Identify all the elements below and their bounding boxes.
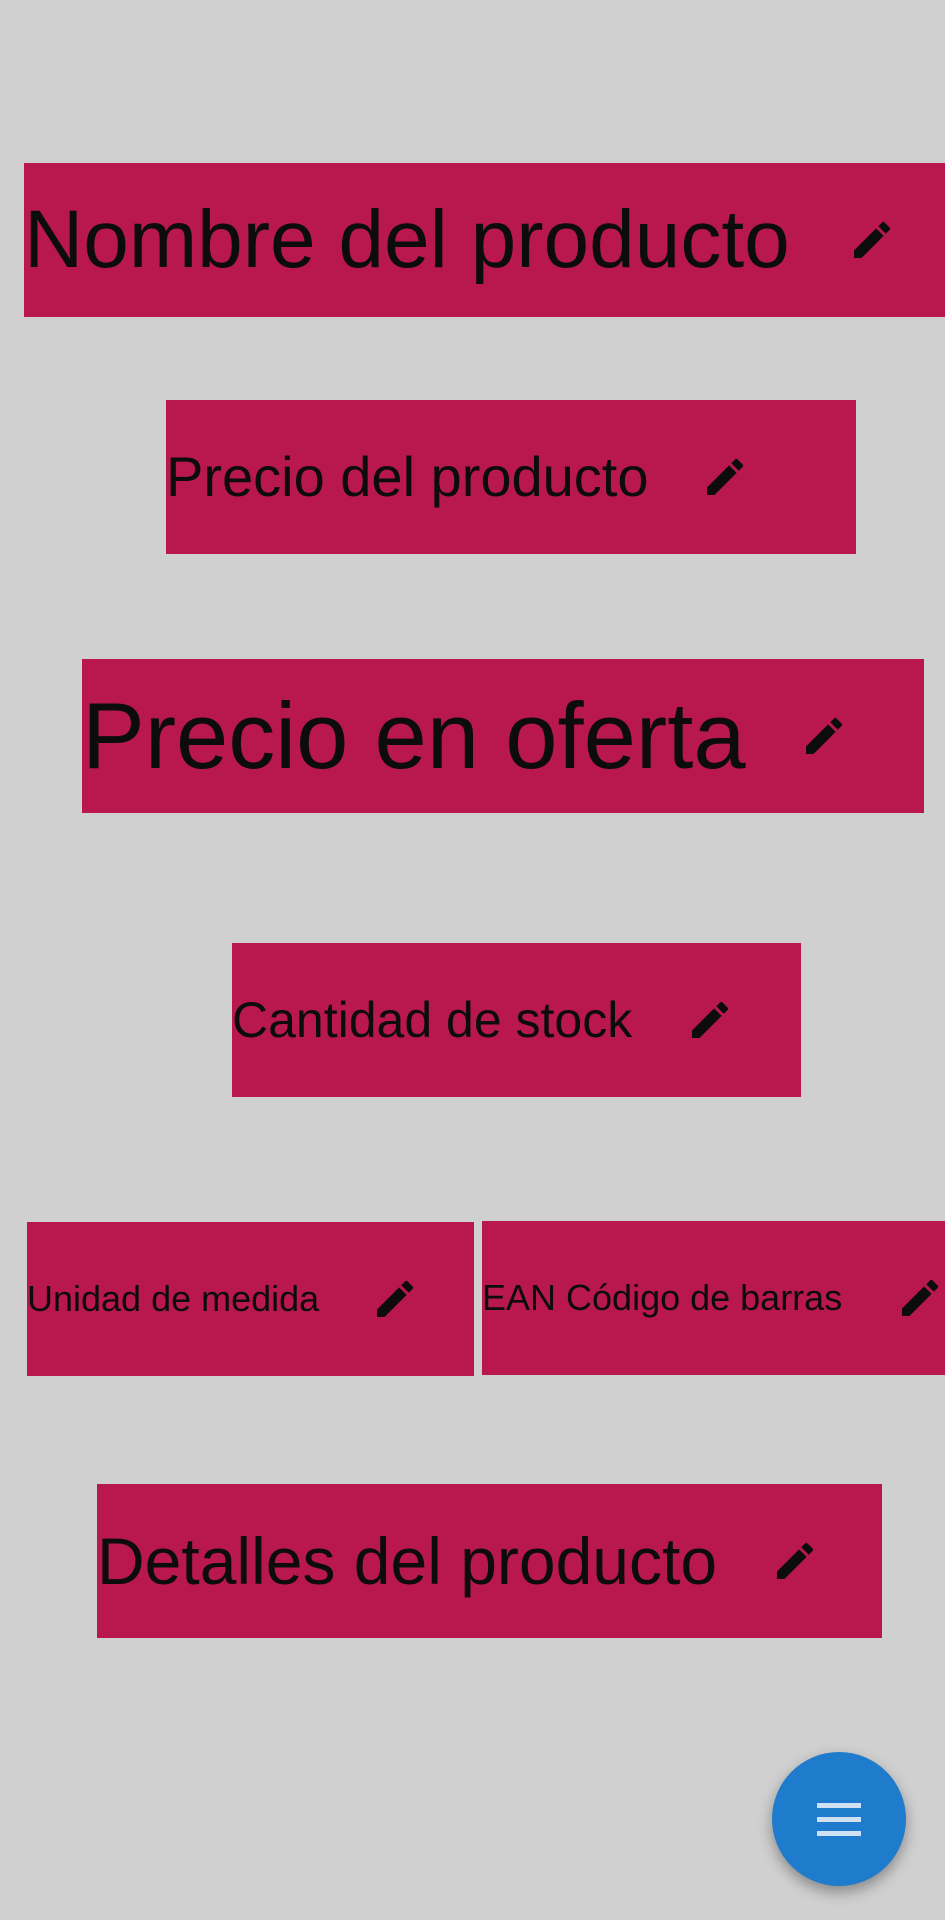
stock-quantity-label: Cantidad de stock [232,992,633,1048]
product-price-label: Precio del producto [166,445,649,508]
ean-barcode-field[interactable]: EAN Código de barras [482,1221,945,1375]
edit-pencil-icon[interactable] [848,216,896,264]
stock-quantity-field[interactable]: Cantidad de stock [232,943,801,1097]
edit-pencil-icon[interactable] [800,712,848,760]
ean-barcode-label: EAN Código de barras [482,1277,843,1318]
offer-price-field[interactable]: Precio en oferta [82,659,924,813]
product-name-label: Nombre del producto [24,194,790,285]
edit-pencil-icon[interactable] [771,1537,819,1585]
menu-fab-button[interactable] [772,1752,906,1886]
product-price-field[interactable]: Precio del producto [166,400,856,554]
unit-of-measure-field[interactable]: Unidad de medida [27,1222,474,1376]
edit-pencil-icon[interactable] [686,996,734,1044]
menu-icon [817,1802,861,1836]
edit-pencil-icon[interactable] [896,1274,944,1322]
product-name-field[interactable]: Nombre del producto [24,163,945,317]
edit-pencil-icon[interactable] [701,453,749,501]
offer-price-label: Precio en oferta [82,683,746,788]
product-details-label: Detalles del producto [97,1524,718,1598]
product-details-field[interactable]: Detalles del producto [97,1484,882,1638]
unit-of-measure-label: Unidad de medida [27,1278,320,1319]
edit-pencil-icon[interactable] [371,1275,419,1323]
